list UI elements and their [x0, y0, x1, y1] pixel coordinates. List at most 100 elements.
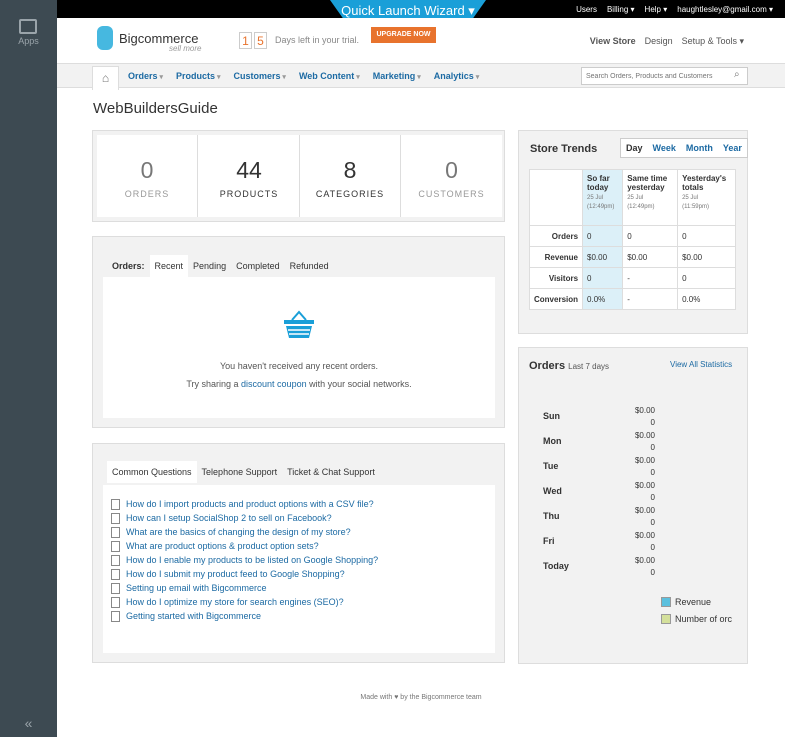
document-icon — [111, 596, 120, 608]
hint-text-pre: Try sharing a — [186, 379, 239, 389]
faq-item[interactable]: How do I enable my products to be listed… — [111, 553, 378, 567]
day-revenue: $0.00 — [634, 481, 655, 490]
faq-list: How do I import products and product opt… — [111, 497, 378, 623]
day-orders: 0 — [650, 493, 655, 502]
stat-label: PRODUCTS — [219, 189, 279, 199]
stat-categories[interactable]: 8 CATEGORIES — [300, 135, 401, 217]
hint-text-post: with your social networks. — [309, 379, 412, 389]
day-orders: 0 — [650, 518, 655, 527]
nav-customers[interactable]: Customers — [233, 71, 285, 81]
tab-recent[interactable]: Recent — [149, 255, 189, 277]
apps-label[interactable]: Apps — [0, 36, 57, 46]
account-menu[interactable]: haughtlesley@gmail.com — [677, 5, 773, 14]
faq-item[interactable]: How do I optimize my store for search en… — [111, 595, 378, 609]
header: Bigcommerce sell more 1 5 Days left in y… — [57, 18, 785, 63]
nav-products[interactable]: Products — [176, 71, 220, 81]
search-input[interactable] — [581, 67, 748, 85]
period-week[interactable]: Week — [648, 139, 681, 157]
setup-tools-link[interactable]: Setup & Tools ▾ — [682, 36, 744, 47]
day-orders: 0 — [650, 443, 655, 452]
store-icon[interactable] — [19, 19, 37, 34]
table-row: Revenue $0.00 $0.00 $0.00 — [528, 246, 736, 268]
document-icon — [111, 610, 120, 622]
empty-hint: Try sharing a discount coupon with your … — [103, 379, 495, 389]
day-orders: 0 — [650, 543, 655, 552]
page-title: WebBuildersGuide — [93, 100, 218, 117]
stat-orders[interactable]: 0 ORDERS — [97, 135, 198, 217]
stat-customers[interactable]: 0 CUSTOMERS — [401, 135, 502, 217]
day-label: Thu — [543, 511, 560, 521]
nav-marketing[interactable]: Marketing — [373, 71, 421, 81]
brand-tagline: sell more — [169, 44, 202, 53]
document-icon — [111, 582, 120, 594]
day-revenue: $0.00 — [634, 431, 655, 440]
orders-chart-panel: Orders Last 7 days View All Statistics S… — [518, 347, 748, 664]
document-icon — [111, 498, 120, 510]
faq-item[interactable]: How do I submit my product feed to Googl… — [111, 567, 378, 581]
day-revenue: $0.00 — [634, 556, 655, 565]
trial-digit-2: 5 — [254, 32, 267, 49]
upgrade-now-button[interactable]: UPGRADE NOW — [371, 27, 436, 43]
apps-sidebar: Apps « — [0, 0, 57, 737]
design-link[interactable]: Design — [645, 36, 673, 47]
legend-revenue: Revenue — [661, 597, 711, 607]
legend-orders: Number of orc — [661, 614, 732, 624]
stat-value: 44 — [236, 157, 262, 183]
home-icon[interactable]: ⌂ — [92, 66, 119, 90]
day-label: Today — [543, 561, 569, 571]
faq-item[interactable]: Getting started with Bigcommerce — [111, 609, 378, 623]
nav-orders[interactable]: Orders — [128, 71, 163, 81]
tab-refunded[interactable]: Refunded — [285, 255, 334, 277]
table-row: Visitors 0-0 — [528, 267, 736, 289]
nav-web-content[interactable]: Web Content — [299, 71, 360, 81]
day-label: Wed — [543, 486, 562, 496]
period-month[interactable]: Month — [681, 139, 718, 157]
day-label: Mon — [543, 436, 562, 446]
document-icon — [111, 526, 120, 538]
store-trends-title: Store Trends — [530, 143, 598, 155]
orders-panel: Orders: Recent Pending Completed Refunde… — [92, 236, 505, 428]
document-icon — [111, 512, 120, 524]
trial-digit-1: 1 — [239, 32, 252, 49]
stat-label: CUSTOMERS — [418, 189, 485, 199]
day-revenue: $0.00 — [634, 406, 655, 415]
tab-common-questions[interactable]: Common Questions — [107, 461, 197, 483]
search-icon[interactable]: ⌕ — [734, 69, 740, 80]
orders-chart-title: Orders Last 7 days — [529, 360, 610, 372]
help-link[interactable]: Help — [645, 5, 668, 14]
faq-item[interactable]: Setting up email with Bigcommerce — [111, 581, 378, 595]
tab-ticket-chat-support[interactable]: Ticket & Chat Support — [282, 461, 380, 483]
stat-value: 0 — [140, 157, 154, 183]
document-icon — [111, 568, 120, 580]
nav-analytics[interactable]: Analytics — [434, 71, 480, 81]
day-label: Tue — [543, 461, 559, 471]
document-icon — [111, 554, 120, 566]
faq-item[interactable]: What are the basics of changing the desi… — [111, 525, 378, 539]
view-all-statistics-link[interactable]: View All Statistics — [670, 360, 732, 369]
basket-icon — [284, 310, 314, 338]
tab-completed[interactable]: Completed — [231, 255, 285, 277]
day-revenue: $0.00 — [634, 506, 655, 515]
faq-item[interactable]: How can I setup SocialShop 2 to sell on … — [111, 511, 378, 525]
view-store-link[interactable]: View Store — [590, 36, 636, 47]
stat-value: 8 — [343, 157, 357, 183]
document-icon — [111, 540, 120, 552]
stat-label: ORDERS — [124, 189, 170, 199]
trial-text: Days left in your trial. — [275, 35, 360, 45]
stats-panel: 0 ORDERS 44 PRODUCTS 8 CATEGORIES 0 CUST… — [92, 130, 505, 222]
faq-item[interactable]: What are product options & product optio… — [111, 539, 378, 553]
period-year[interactable]: Year — [718, 139, 747, 157]
stat-products[interactable]: 44 PRODUCTS — [199, 135, 300, 217]
period-day[interactable]: Day — [621, 139, 648, 157]
day-orders: 0 — [650, 418, 655, 427]
tab-telephone-support[interactable]: Telephone Support — [197, 461, 283, 483]
billing-link[interactable]: Billing — [607, 5, 635, 14]
tab-pending[interactable]: Pending — [188, 255, 231, 277]
table-row: Conversion 0.0% -0.0% — [528, 288, 736, 310]
discount-coupon-link[interactable]: discount coupon — [241, 379, 307, 389]
empty-message: You haven't received any recent orders. — [220, 361, 378, 371]
faq-item[interactable]: How do I import products and product opt… — [111, 497, 378, 511]
collapse-icon[interactable]: « — [0, 715, 57, 731]
users-link[interactable]: Users — [576, 5, 597, 14]
trends-table: So far today 25 Jul (12:49pm) Same time ye… — [528, 169, 736, 310]
